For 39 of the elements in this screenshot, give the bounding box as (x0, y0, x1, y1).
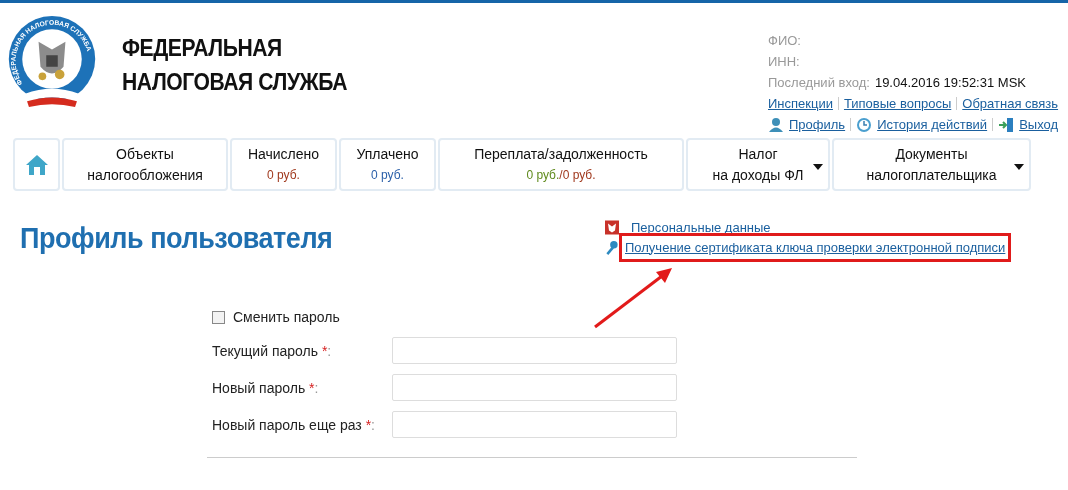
amount-value: /0 руб. (559, 167, 596, 182)
home-button[interactable] (13, 138, 60, 191)
user-icon (768, 116, 784, 133)
nav-tab[interactable]: Налог на доходы ФЛ (686, 138, 830, 191)
emblem-icon (605, 219, 619, 235)
header-link[interactable]: Инспекции (768, 96, 833, 111)
brand-title: НАЛОГОВАЯ СЛУЖБА (122, 67, 347, 97)
key-icon (605, 239, 619, 255)
header-link[interactable]: История действий (877, 117, 988, 132)
field-label: Новый пароль еще раз *: (212, 416, 376, 433)
page-title: Профиль пользователя (20, 221, 334, 256)
password-field[interactable] (392, 411, 677, 438)
checkbox[interactable] (212, 310, 225, 324)
amount-value: 0 руб. (371, 167, 404, 182)
header-link[interactable]: Обратная связь (962, 96, 1059, 111)
checkbox-label: Сменить пароль (233, 309, 340, 325)
nav-tab[interactable]: Объекты налогообложения (62, 138, 228, 191)
clock-icon (856, 116, 873, 133)
password-field[interactable] (392, 337, 677, 364)
nav-tab[interactable]: Документы налогоплательщика (832, 138, 1031, 191)
field-label: ФИО: (768, 33, 801, 48)
field-label: Новый пароль *: (212, 379, 320, 396)
exit-icon (998, 116, 1015, 133)
password-field[interactable] (392, 374, 677, 401)
amount-value: 0 руб. (526, 167, 560, 182)
field-label: Последний вход: (768, 75, 870, 90)
header-link[interactable]: Профиль (789, 117, 846, 132)
amount-value: 0 руб. (267, 167, 300, 182)
home-icon (24, 152, 49, 177)
field-value: 19.04.2016 19:52:31 MSK (874, 75, 1026, 90)
nav-tab[interactable]: Начислено 0 руб. (230, 138, 337, 191)
nav-tab[interactable]: Уплачено 0 руб. (339, 138, 436, 191)
field-label: ИНН: (768, 54, 800, 69)
profile-link[interactable]: Получение сертификата ключа проверки электронной подписи (619, 232, 1012, 262)
header-link[interactable]: Типовые вопросы (843, 96, 952, 111)
field-label: Текущий пароль *: (212, 342, 333, 359)
brand-title: ФЕДЕРАЛЬНАЯ (122, 33, 283, 63)
nav-tab[interactable]: Переплата/задолженность 0 руб./0 руб. (438, 138, 684, 191)
header-link[interactable]: Выход (1019, 117, 1059, 132)
